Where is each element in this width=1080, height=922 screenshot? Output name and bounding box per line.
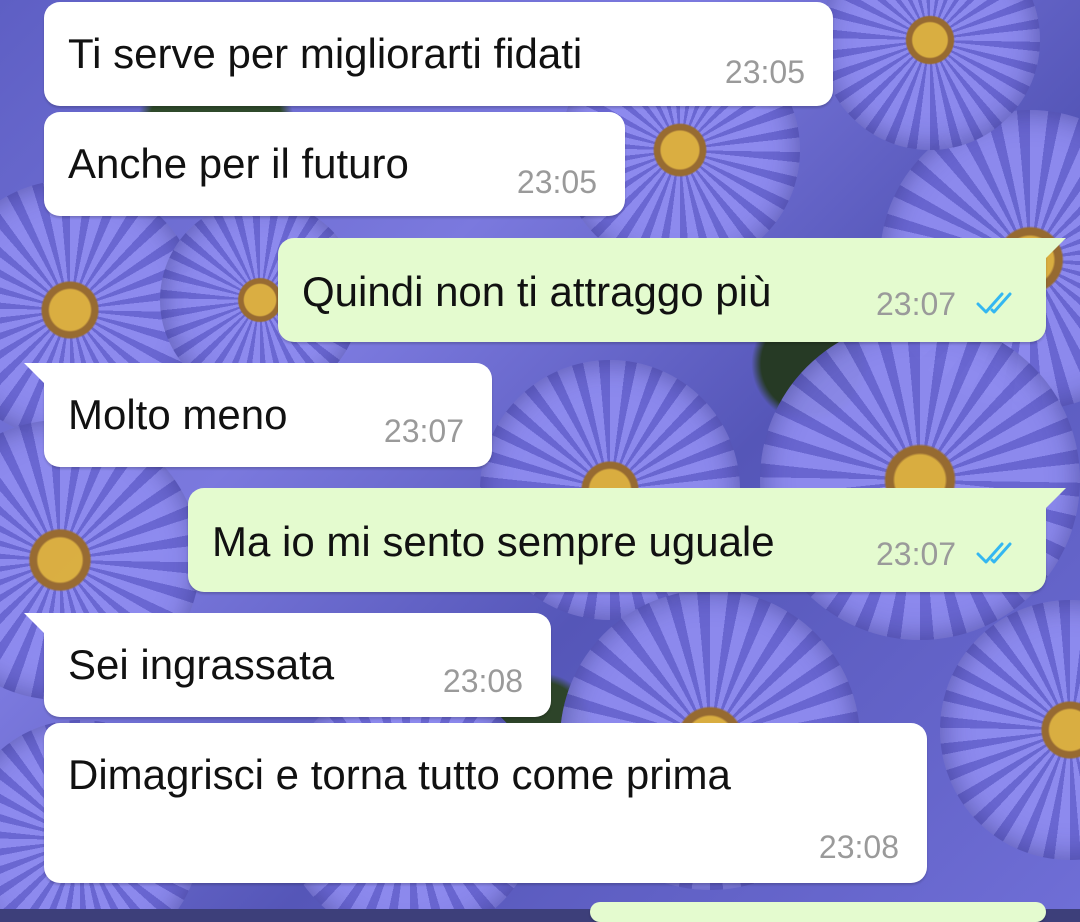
read-receipt-icon: [976, 542, 1012, 564]
message-incoming[interactable]: Dimagrisci e torna tutto come prima 23:0…: [44, 723, 927, 883]
message-text: Quindi non ti attraggo più: [302, 268, 772, 315]
bubble-tail: [24, 613, 46, 635]
read-receipt-icon: [976, 292, 1012, 314]
bubble-tail: [1044, 488, 1066, 510]
message-text: Ma io mi sento sempre uguale: [212, 518, 775, 565]
message-incoming[interactable]: Molto meno 23:07: [24, 363, 492, 467]
bubble-tail: [1044, 238, 1066, 260]
message-incoming[interactable]: Ti serve per migliorarti fidati 23:05: [44, 2, 833, 106]
message-outgoing[interactable]: Quindi non ti attraggo più 23:07: [278, 238, 1066, 342]
message-time: 23:08: [442, 663, 523, 699]
message-time: 23:05: [724, 54, 805, 90]
message-incoming[interactable]: Anche per il futuro 23:05: [44, 112, 625, 216]
message-time: 23:05: [516, 164, 597, 200]
bubble-tail: [24, 363, 46, 385]
message-text: Molto meno: [68, 391, 288, 438]
message-time: 23:07: [876, 286, 957, 322]
message-outgoing[interactable]: Ma io mi sento sempre uguale 23:07: [188, 488, 1066, 592]
message-time: 23:07: [876, 536, 957, 572]
message-list: Ti serve per migliorarti fidati 23:05 An…: [0, 0, 1080, 922]
message-text: Anche per il futuro: [68, 140, 409, 187]
message-incoming[interactable]: Sei ingrassata 23:08: [24, 613, 551, 717]
message-text: Dimagrisci e torna tutto come prima: [68, 751, 731, 798]
message-outgoing-partial[interactable]: [590, 902, 1046, 922]
message-text: Ti serve per migliorarti fidati: [68, 30, 583, 77]
message-time: 23:08: [818, 829, 899, 865]
message-time: 23:07: [383, 413, 464, 449]
message-text: Sei ingrassata: [68, 641, 335, 688]
